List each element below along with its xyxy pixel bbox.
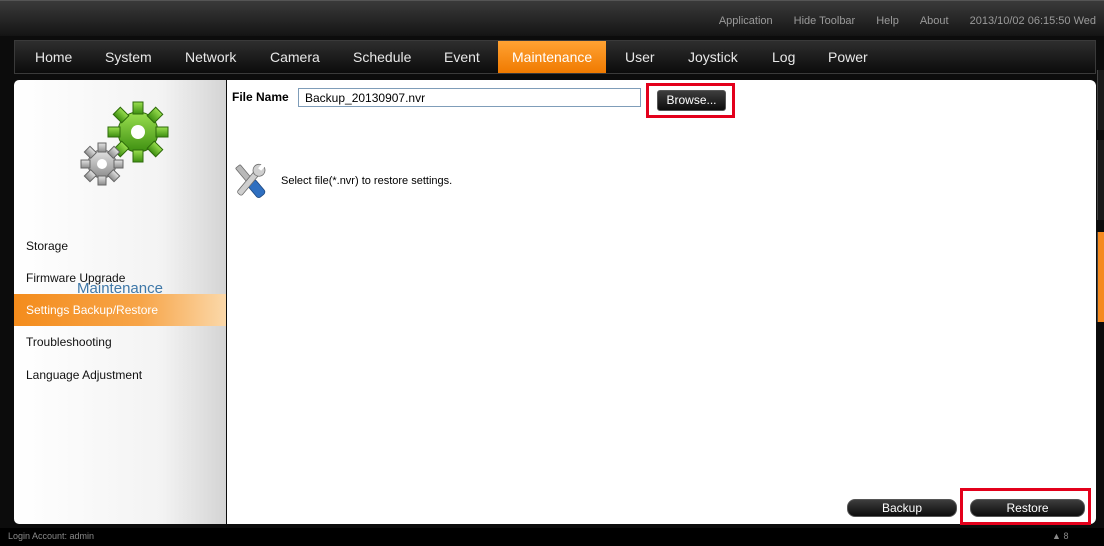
gears-icon xyxy=(80,101,169,186)
edge-tab-1[interactable] xyxy=(1097,70,1104,130)
restore-hint-text: Select file(*.nvr) to restore settings. xyxy=(281,175,453,187)
restore-button[interactable]: Restore xyxy=(970,499,1085,517)
edge-tab-2[interactable] xyxy=(1097,140,1104,220)
tab-log[interactable]: Log xyxy=(772,41,795,73)
tab-event[interactable]: Event xyxy=(444,41,480,73)
tab-user[interactable]: User xyxy=(625,41,655,73)
tab-home[interactable]: Home xyxy=(35,41,72,73)
sidebar-item-language-adjustment[interactable]: Language Adjustment xyxy=(14,359,226,391)
login-account-text: Login Account: admin xyxy=(8,531,95,541)
tab-schedule[interactable]: Schedule xyxy=(353,41,411,73)
network-status: ▲ 8 xyxy=(1052,531,1068,541)
toolbar-datetime: 2013/10/02 06:15:50 Wed xyxy=(969,15,1096,27)
toolbar-link-about[interactable]: About xyxy=(920,15,949,27)
toolbar-link-hide-toolbar[interactable]: Hide Toolbar xyxy=(794,15,856,27)
tab-system[interactable]: System xyxy=(105,41,152,73)
content-panel xyxy=(227,80,1096,524)
tab-power[interactable]: Power xyxy=(828,41,868,73)
sidebar-item-settings-backup-restore[interactable]: Settings Backup/Restore xyxy=(14,294,226,326)
tab-maintenance[interactable]: Maintenance xyxy=(498,41,607,73)
toolbar-links: Application Hide Toolbar Help About 2013… xyxy=(698,15,1096,27)
network-count: 8 xyxy=(1063,531,1069,541)
tab-network[interactable]: Network xyxy=(185,41,236,73)
toolbar-link-application[interactable]: Application xyxy=(719,15,773,27)
edge-tab-3[interactable] xyxy=(1097,232,1104,322)
sidebar-item-storage[interactable]: Storage xyxy=(14,230,226,262)
file-name-input[interactable] xyxy=(298,88,641,107)
toolbar-link-help[interactable]: Help xyxy=(876,15,899,27)
sidebar: Maintenance Storage Firmware Upgrade Set… xyxy=(14,80,226,524)
file-name-label: File Name xyxy=(232,90,289,104)
top-toolbar: Application Hide Toolbar Help About 2013… xyxy=(0,0,1104,36)
browse-button[interactable]: Browse... xyxy=(657,90,726,111)
status-bar: Login Account: admin ▲ 8 xyxy=(0,528,1104,546)
sidebar-item-troubleshooting[interactable]: Troubleshooting xyxy=(14,326,226,358)
tab-joystick[interactable]: Joystick xyxy=(688,41,738,73)
backup-button[interactable]: Backup xyxy=(847,499,957,517)
tab-camera[interactable]: Camera xyxy=(270,41,320,73)
wrench-screwdriver-icon xyxy=(235,163,266,198)
sidebar-item-firmware-upgrade[interactable]: Firmware Upgrade xyxy=(14,262,226,294)
main-nav: Home System Network Camera Schedule Even… xyxy=(14,40,1096,74)
network-icon: ▲ xyxy=(1052,531,1061,541)
